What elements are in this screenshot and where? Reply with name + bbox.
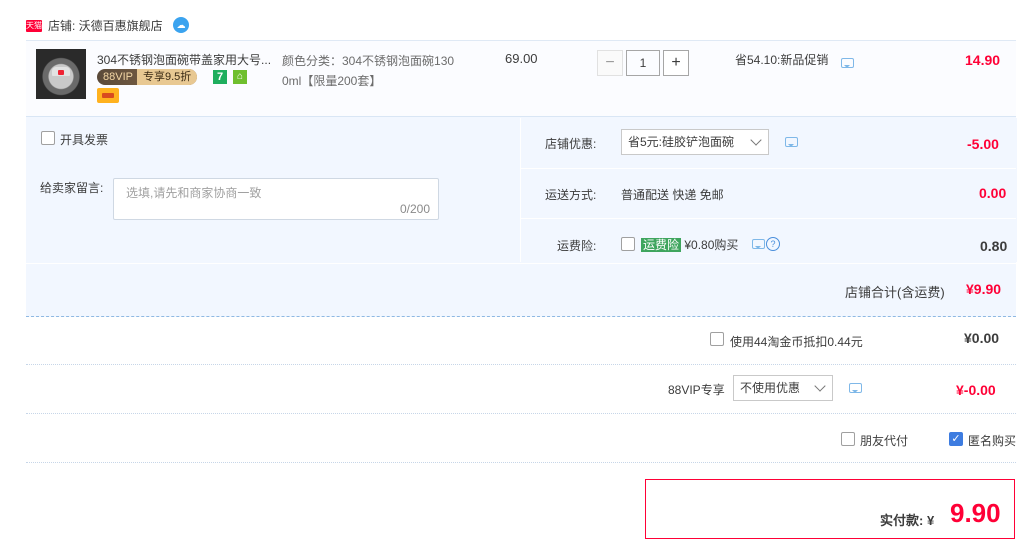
anonymous-checkbox[interactable]: [949, 432, 963, 446]
wangwang-icon[interactable]: ☁: [173, 17, 189, 33]
coins-amount: ¥0.00: [964, 330, 1000, 346]
vip-discount-badge: 88VIP 专享9.5折: [97, 69, 198, 85]
insurance-price: ¥0.80购买: [684, 238, 739, 252]
insurance-checkbox[interactable]: [621, 237, 635, 251]
memo-char-count: 0/200: [399, 202, 430, 216]
invoice-label[interactable]: 开具发票: [60, 131, 108, 148]
quantity-input[interactable]: 1: [626, 50, 660, 76]
shipping-amount: 0.00: [979, 185, 1007, 201]
seven-day-return-icon: 7: [213, 70, 227, 84]
increase-quantity-button[interactable]: +: [663, 50, 689, 76]
message-icon[interactable]: [752, 239, 765, 249]
pay-label: 实付款: ¥: [880, 513, 935, 528]
shipping-label: 运送方式:: [545, 188, 597, 202]
product-thumbnail[interactable]: [36, 49, 86, 99]
shop-discount-value: 省5元:硅胶铲泡面碗: [628, 135, 735, 149]
coins-checkbox[interactable]: [710, 332, 724, 346]
chevron-down-icon: [750, 134, 762, 146]
gift-icon: ⌂: [233, 70, 247, 84]
insurance-label: 运费险:: [557, 239, 597, 253]
shop-name[interactable]: 店铺: 沃德百惠旗舰店: [48, 17, 163, 34]
quantity-stepper: − 1 +: [597, 50, 689, 76]
message-icon[interactable]: [849, 383, 862, 393]
divider: [26, 462, 1016, 463]
vip-discount-select[interactable]: 不使用优惠: [733, 375, 833, 401]
sku-line: 颜色分类：304不锈钢泡面碗130: [282, 54, 455, 68]
divider: [521, 168, 1016, 169]
memo-placeholder: 选填,请先和商家协商一致: [126, 186, 262, 200]
shop-total-label: 店铺合计(含运费): [845, 285, 945, 300]
divider: [26, 364, 1016, 365]
vip-label: 88VIP: [103, 71, 133, 83]
friend-pay-checkbox[interactable]: [841, 432, 855, 446]
seller-memo-field[interactable]: 选填,请先和商家协商一致 0/200: [113, 178, 439, 220]
shipping-method: 普通配送 快递 免邮: [621, 188, 724, 202]
memo-label: 给卖家留言:: [40, 181, 104, 195]
divider: [521, 218, 1016, 219]
coins-label[interactable]: 使用44淘金币抵扣0.44元: [730, 333, 863, 350]
insurance-amount: 0.80: [980, 238, 1008, 254]
vip-discount: 专享9.5折: [136, 69, 198, 85]
insurance-tag: 运费险: [641, 238, 682, 252]
credit-card-icon: [97, 88, 119, 103]
pay-amount: 9.90: [950, 498, 1001, 528]
invoice-checkbox[interactable]: [41, 131, 55, 145]
message-icon[interactable]: [785, 137, 798, 147]
decrease-quantity-button[interactable]: −: [597, 50, 623, 76]
shop-total-value: ¥9.90: [966, 281, 1002, 297]
shop-discount-amount: -5.00: [967, 136, 999, 152]
message-icon[interactable]: [841, 58, 854, 68]
anonymous-label[interactable]: 匿名购买: [968, 432, 1016, 449]
vip-select-value: 不使用优惠: [740, 381, 801, 395]
insurance-offer[interactable]: 运费险 ¥0.80购买: [641, 236, 738, 253]
help-icon[interactable]: ?: [766, 237, 780, 251]
unit-price: 69.00: [505, 51, 538, 66]
sku-line: 0ml【限量200套】: [282, 74, 382, 88]
sku-info: 颜色分类：304不锈钢泡面碗130 0ml【限量200套】: [282, 51, 467, 91]
tmall-badge: 天猫: [26, 20, 42, 32]
vip-amount: ¥-0.00: [956, 382, 996, 398]
shop-discount-select[interactable]: 省5元:硅胶铲泡面碗: [621, 129, 769, 155]
friend-pay-label[interactable]: 朋友代付: [860, 432, 908, 449]
product-title[interactable]: 304不锈钢泡面碗带盖家用大号...: [97, 51, 277, 68]
item-subtotal: 14.90: [965, 52, 1001, 68]
divider: [26, 413, 1016, 414]
divider: [26, 263, 1016, 264]
chevron-down-icon: [814, 380, 826, 392]
vip-exclusive-label: 88VIP专享: [668, 383, 725, 397]
shop-discount-label: 店铺优惠:: [545, 137, 597, 151]
item-promotion: 省54.10:新品促销: [735, 53, 829, 67]
